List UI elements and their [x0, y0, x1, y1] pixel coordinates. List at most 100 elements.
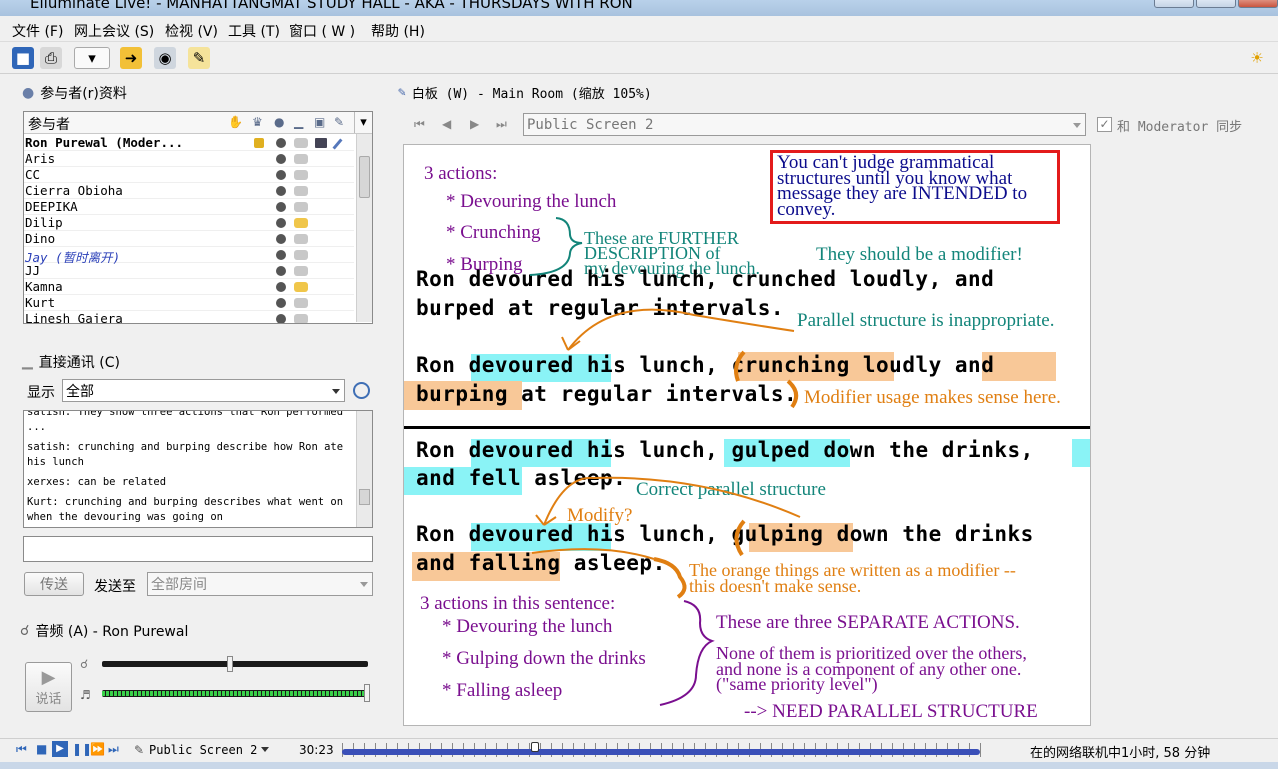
chat-icon[interactable]: ▁ [294, 115, 303, 129]
speaker-icon: ♬ [80, 688, 91, 702]
participants-list: 参与者 ✋ ♛ ● ▁ ▣ ✎ ▾ Ron Purewal (Moder... A… [23, 111, 373, 324]
last-page-icon[interactable]: ⏭ [496, 117, 507, 132]
pen-icon[interactable]: ✎ [334, 115, 344, 129]
screen-chevron-down-icon[interactable] [261, 747, 269, 752]
audio-status-icon [276, 314, 286, 323]
fast-forward-icon[interactable]: ⏩ [90, 742, 105, 756]
next-page-icon[interactable]: ▶ [470, 117, 479, 131]
actions-title-2: 3 actions in this sentence: [420, 593, 616, 614]
timeline-bar[interactable] [342, 749, 980, 755]
participant-name: Aris [25, 151, 56, 166]
send-to-select[interactable]: 全部房间 [147, 572, 373, 596]
hand-icon[interactable]: ✋ [228, 115, 243, 129]
send-button[interactable]: 传送 [24, 572, 84, 596]
menu-bar: 文件 (F) 网上会议 (S) 检视 (V) 工具 (T) 窗口 ( W ) 帮… [0, 16, 1278, 42]
print-icon[interactable]: ⎙ [40, 47, 62, 69]
sentence-3-line-2: and fell asleep. [416, 466, 627, 490]
rewind-icon[interactable]: ⏮ [16, 742, 27, 757]
actions-title-1: 3 actions: [424, 163, 498, 184]
speaker-volume-slider[interactable] [102, 690, 368, 697]
lightbulb-icon[interactable]: ☀ [1246, 47, 1268, 69]
skip-end-icon[interactable]: ⏭ [108, 742, 119, 757]
webcam-icon[interactable]: ◉ [154, 47, 176, 69]
participant-name: Cierra Obioha [25, 183, 123, 198]
audio-icon[interactable]: ● [274, 115, 284, 129]
close-button[interactable] [1238, 0, 1278, 8]
chat-bubble-icon: ▁ [22, 354, 33, 370]
participant-row[interactable]: Kamna [24, 279, 354, 295]
menu-file[interactable]: 文件 (F) [12, 21, 63, 41]
talk-button[interactable]: ▶ 说话 [25, 662, 72, 712]
speaker-slider-thumb[interactable] [364, 684, 370, 702]
chat-message: satish: crunching and burping describe h… [27, 441, 344, 468]
participant-row[interactable]: Dino [24, 231, 354, 247]
chat-status-icon [294, 202, 308, 212]
play-icon[interactable]: ▶ [52, 741, 68, 757]
audio-status-icon [276, 186, 286, 196]
chat-message: satish: They show three actions that Ron… [27, 410, 344, 433]
notes-icon[interactable]: ✎ [188, 47, 210, 69]
chat-status-icon [294, 234, 308, 244]
whiteboard-canvas[interactable]: You can't judge grammatical structures u… [403, 144, 1091, 726]
layout-icon[interactable]: ▾ [74, 47, 110, 69]
menu-tools[interactable]: 工具 (T) [228, 21, 280, 41]
clock-icon[interactable] [353, 382, 370, 399]
chat-input[interactable] [23, 536, 373, 562]
screen-label[interactable]: Public Screen 2 [149, 743, 257, 757]
screen-icon[interactable]: ▣ [314, 115, 325, 129]
parallel-inappropriate-note: Parallel structure is inappropriate. [797, 310, 1055, 331]
audio-status-icon [276, 250, 286, 260]
sentence-4-line-2: and falling asleep. [416, 551, 666, 575]
chat-filter-select[interactable]: 全部 [62, 379, 345, 402]
prev-page-icon[interactable]: ◀ [442, 117, 451, 131]
audio-title: ☌ 音频 (A) - Ron Purewal [20, 623, 189, 640]
orange-arrowhead-1 [561, 336, 581, 351]
maximize-button[interactable] [1196, 0, 1236, 8]
purple-brace [659, 600, 715, 706]
need-parallel-note: --> NEED PARALLEL STRUCTURE [744, 701, 1038, 722]
microphone-icon: ☌ [20, 623, 30, 639]
audio-status-icon [276, 154, 286, 164]
participant-row[interactable]: Linesh Gajera [24, 311, 354, 323]
menu-help[interactable]: 帮助 (H) [371, 21, 425, 41]
sync-checkbox[interactable]: ✓ [1097, 117, 1112, 132]
chat-status-icon [294, 154, 308, 164]
stop-icon[interactable]: ■ [36, 742, 47, 756]
menu-view[interactable]: 检视 (V) [165, 21, 218, 41]
participants-scrollbar[interactable] [356, 134, 372, 322]
moderator-icon[interactable]: ♛ [252, 115, 263, 129]
menu-conference[interactable]: 网上会议 (S) [74, 21, 154, 41]
audio-status-icon [276, 138, 286, 148]
chat-message: Kurt: crunching and burping describes wh… [27, 496, 344, 523]
participant-row[interactable]: Aris [24, 151, 354, 167]
mic-volume-slider[interactable] [102, 656, 368, 672]
participant-row[interactable]: Kurt [24, 295, 354, 311]
timeline-thumb[interactable] [531, 742, 539, 752]
participant-row[interactable]: CC [24, 167, 354, 183]
save-icon[interactable]: ■ [12, 47, 34, 69]
chevron-down-icon[interactable]: ▾ [354, 112, 372, 133]
share-icon[interactable]: ➜ [120, 47, 142, 69]
action-item: * Gulping down the drinks [442, 648, 646, 669]
minimize-button[interactable] [1154, 0, 1194, 8]
audio-status-icon [276, 170, 286, 180]
chat-status-icon [294, 186, 308, 196]
menu-window[interactable]: 窗口 ( W ) [289, 21, 355, 41]
participant-row[interactable]: Dilip [24, 215, 354, 231]
audio-status-icon [276, 202, 286, 212]
correct-parallel-note: Correct parallel structure [636, 479, 826, 500]
participant-row[interactable]: DEEPIKA [24, 199, 354, 215]
screen-pencil-icon: ✎ [134, 743, 145, 757]
first-page-icon[interactable]: ⏮ [414, 117, 425, 132]
screen-select[interactable]: Public Screen 2 [523, 113, 1086, 136]
chat-status-icon [294, 298, 308, 308]
chat-scrollbar[interactable] [356, 411, 372, 527]
participant-row[interactable]: JJ [24, 263, 354, 279]
participant-name: Dilip [25, 215, 63, 230]
mic-slider-thumb[interactable] [226, 656, 233, 672]
participant-row[interactable]: Ron Purewal (Moder... [24, 135, 354, 151]
participant-row[interactable]: Jay (暂时离开) [24, 247, 354, 265]
participant-row[interactable]: Cierra Obioha [24, 183, 354, 199]
megaphone-icon: ▶ [41, 667, 56, 688]
participant-name: DEEPIKA [25, 199, 78, 214]
